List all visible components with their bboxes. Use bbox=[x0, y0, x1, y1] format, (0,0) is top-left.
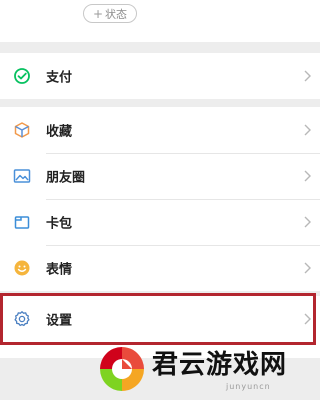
pay-group: 支付 bbox=[0, 53, 320, 99]
plus-icon: + bbox=[92, 6, 104, 21]
status-label: 状态 bbox=[105, 7, 128, 21]
chevron-right-icon bbox=[304, 170, 311, 182]
watermark-subtitle: junyuncn bbox=[226, 382, 271, 391]
menu-item-label: 设置 bbox=[46, 313, 73, 329]
card-wallet-icon bbox=[12, 212, 32, 232]
chevron-right-icon bbox=[304, 70, 311, 82]
chevron-right-icon bbox=[304, 216, 311, 228]
watermark: 君云游戏网 junyuncn bbox=[90, 338, 320, 400]
menu-item-label: 收藏 bbox=[46, 124, 73, 140]
chevron-right-icon bbox=[304, 262, 311, 274]
add-status-button[interactable]: + 状态 bbox=[83, 4, 137, 23]
menu-item-stickers[interactable]: 表情 bbox=[0, 245, 320, 291]
menu-item-label: 支付 bbox=[46, 70, 73, 86]
favorites-cube-icon bbox=[12, 120, 32, 140]
menu-item-label: 表情 bbox=[46, 262, 73, 278]
menu-item-cards[interactable]: 卡包 bbox=[0, 199, 320, 245]
wechat-pay-icon bbox=[12, 66, 32, 86]
chevron-right-icon bbox=[304, 124, 311, 136]
watermark-logo-icon bbox=[100, 347, 144, 391]
menu-item-favorites[interactable]: 收藏 bbox=[0, 107, 320, 153]
menu-item-pay[interactable]: 支付 bbox=[0, 53, 320, 99]
me-page: + 状态 支付 收藏 朋友圈 卡包 表情 设置 君云游戏网 junyuncn bbox=[0, 0, 320, 400]
sticker-smiley-icon bbox=[12, 258, 32, 278]
watermark-title: 君云游戏网 bbox=[152, 350, 288, 380]
menu-item-settings[interactable]: 设置 bbox=[0, 296, 320, 342]
profile-header: + 状态 bbox=[0, 0, 320, 42]
features-group: 收藏 朋友圈 卡包 表情 bbox=[0, 107, 320, 291]
menu-item-label: 朋友圈 bbox=[46, 170, 86, 186]
chevron-right-icon bbox=[304, 313, 311, 325]
moments-picture-icon bbox=[12, 166, 32, 186]
settings-gear-icon bbox=[12, 309, 32, 329]
menu-item-moments[interactable]: 朋友圈 bbox=[0, 153, 320, 199]
menu-item-label: 卡包 bbox=[46, 216, 73, 232]
